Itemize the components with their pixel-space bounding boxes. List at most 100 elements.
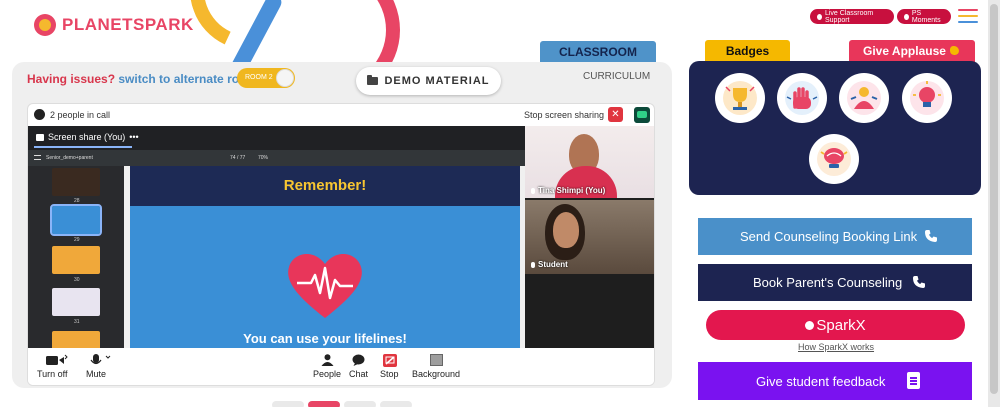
give-applause-tab[interactable]: Give Applause bbox=[849, 40, 975, 62]
thumbnail-page[interactable] bbox=[52, 246, 100, 274]
chat-label: Chat bbox=[349, 369, 369, 379]
thumbnail-page-selected[interactable] bbox=[50, 204, 102, 236]
people-count: 2 people in call bbox=[50, 110, 111, 120]
stop-share-button[interactable]: Stop bbox=[380, 354, 399, 379]
participant-name-label: Tina Shimpi (You) bbox=[538, 186, 606, 195]
feedback-label: Give student feedback bbox=[756, 373, 886, 389]
planetspark-logo[interactable]: PLANETSPARK bbox=[34, 14, 194, 36]
menu-line bbox=[958, 9, 978, 11]
thumbnail-number: 28 bbox=[74, 198, 80, 204]
tab-classroom[interactable]: CLASSROOM bbox=[540, 41, 656, 63]
brain-badge-icon[interactable] bbox=[809, 134, 859, 184]
slide-caption: You can use your lifelines! bbox=[243, 331, 407, 346]
stop-label: Stop bbox=[380, 369, 399, 379]
background-icon bbox=[429, 354, 443, 366]
room-toggle[interactable]: ROOM 2 bbox=[237, 68, 295, 88]
tab-curriculum[interactable]: CURRICULUM bbox=[583, 71, 650, 82]
participant-name: Student bbox=[531, 260, 568, 269]
phone-icon bbox=[925, 230, 937, 242]
pager-dot[interactable] bbox=[380, 401, 412, 407]
screen-share-tab[interactable]: Screen share (You) ••• bbox=[36, 132, 139, 142]
moments-icon bbox=[904, 13, 909, 20]
logo-text: PLANETSPARK bbox=[62, 15, 194, 34]
badges-panel bbox=[689, 61, 981, 195]
book-parent-counseling-button[interactable]: Book Parent's Counseling bbox=[698, 264, 972, 301]
heartbeat-heart-icon bbox=[288, 254, 362, 318]
stop-sharing-close-icon[interactable]: ✕ bbox=[608, 107, 623, 122]
camera-toggle-button[interactable]: Turn off bbox=[37, 354, 68, 379]
phone-icon bbox=[913, 276, 925, 288]
hamburger-menu-icon[interactable] bbox=[958, 9, 978, 27]
slide-title: Remember! bbox=[283, 177, 367, 194]
pager-dot[interactable] bbox=[344, 401, 376, 407]
screen-share-view: Screen share (You) ••• Senior_demo+paren… bbox=[28, 126, 525, 359]
pdf-page-indicator[interactable]: 74 / 77 bbox=[230, 155, 245, 161]
how-sparkx-works-link[interactable]: How SparkX works bbox=[798, 342, 874, 352]
pdf-thumbnail-sidebar: 28 29 30 31 bbox=[28, 166, 124, 359]
chat-bubble-icon bbox=[352, 354, 365, 366]
video-call-window: 2 people in call Stop screen sharing ✕ S… bbox=[27, 103, 655, 386]
clipboard-icon bbox=[907, 372, 920, 389]
folder-icon bbox=[367, 75, 379, 85]
lightbulb-badge-icon[interactable] bbox=[902, 73, 952, 123]
participant-name: Tina Shimpi (You) bbox=[531, 186, 605, 195]
pager-dot[interactable] bbox=[272, 401, 304, 407]
mic-icon bbox=[531, 187, 535, 194]
scrollbar-thumb[interactable] bbox=[990, 4, 998, 394]
trophy-badge-icon[interactable] bbox=[715, 73, 765, 123]
gear-icon[interactable] bbox=[34, 109, 45, 120]
background-button[interactable]: Background bbox=[412, 354, 460, 379]
planet-icon bbox=[34, 14, 56, 36]
menu-line bbox=[958, 15, 978, 17]
give-student-feedback-button[interactable]: Give student feedback bbox=[698, 362, 972, 400]
demo-material-label: DEMO MATERIAL bbox=[384, 75, 490, 87]
screen-share-icon[interactable] bbox=[634, 107, 650, 123]
thumbnail-number: 30 bbox=[74, 277, 80, 283]
toggle-knob bbox=[276, 69, 294, 87]
support-icon bbox=[817, 13, 822, 20]
sparkx-logo-icon bbox=[805, 320, 815, 330]
page-scrollbar[interactable] bbox=[988, 0, 1000, 407]
call-top-bar: 2 people in call Stop screen sharing ✕ bbox=[28, 104, 654, 126]
student-video-figure bbox=[553, 212, 579, 248]
pdf-filename: Senior_demo+parent bbox=[46, 155, 93, 161]
presentation-slide: Remember! You can use your lifelines! bbox=[130, 166, 520, 348]
room-toggle-label: ROOM 2 bbox=[245, 74, 273, 81]
give-applause-label: Give Applause bbox=[863, 44, 946, 58]
participant-tile-student[interactable]: Student bbox=[525, 200, 654, 274]
call-controls-bar: Turn off Mute People Chat Stop Backgroun… bbox=[28, 348, 654, 385]
people-button[interactable]: People bbox=[313, 354, 341, 379]
live-classroom-support-button[interactable]: Live Classroom Support bbox=[810, 9, 894, 24]
more-options-icon[interactable]: ••• bbox=[129, 132, 138, 142]
person-star-badge-icon[interactable] bbox=[839, 73, 889, 123]
thumbnail-number: 31 bbox=[74, 319, 80, 325]
book-parent-label: Book Parent's Counseling bbox=[753, 275, 903, 290]
screen-share-tab-label: Screen share (You) bbox=[48, 132, 126, 142]
issues-label: Having issues? bbox=[27, 72, 116, 86]
mute-button[interactable]: Mute bbox=[86, 354, 110, 379]
monitor-icon bbox=[36, 133, 44, 141]
thumbnail-page[interactable] bbox=[52, 168, 100, 196]
pdf-zoom-level[interactable]: 70% bbox=[258, 155, 268, 161]
ps-moments-button[interactable]: PS Moments bbox=[897, 9, 951, 24]
thumbnail-number: 29 bbox=[74, 237, 80, 243]
microphone-icon bbox=[90, 354, 110, 366]
menu-line bbox=[958, 21, 978, 23]
tab-badges[interactable]: Badges bbox=[705, 40, 790, 62]
stop-screen-icon bbox=[382, 354, 397, 367]
chat-button[interactable]: Chat bbox=[349, 354, 368, 379]
participant-tile-teacher[interactable]: Tina Shimpi (You) bbox=[525, 126, 654, 198]
sparkx-button[interactable]: SparkX bbox=[706, 310, 965, 340]
issues-text: Having issues? switch to alternate room bbox=[27, 72, 257, 86]
pager-dot-active[interactable] bbox=[308, 401, 340, 407]
sparkx-label: SparkX bbox=[816, 316, 866, 334]
hand-stop-badge-icon[interactable] bbox=[777, 73, 827, 123]
pdf-menu-icon[interactable] bbox=[34, 155, 41, 160]
send-counseling-link-button[interactable]: Send Counseling Booking Link bbox=[698, 218, 972, 255]
participant-video-column: Tina Shimpi (You) Student bbox=[525, 126, 654, 348]
demo-material-button[interactable]: DEMO MATERIAL bbox=[356, 67, 501, 95]
stop-sharing-label: Stop screen sharing bbox=[524, 110, 605, 120]
ps-moments-label: PS Moments bbox=[911, 9, 941, 24]
thumbnail-page[interactable] bbox=[52, 288, 100, 316]
pdf-toolbar: Senior_demo+parent 74 / 77 70% bbox=[28, 150, 525, 166]
